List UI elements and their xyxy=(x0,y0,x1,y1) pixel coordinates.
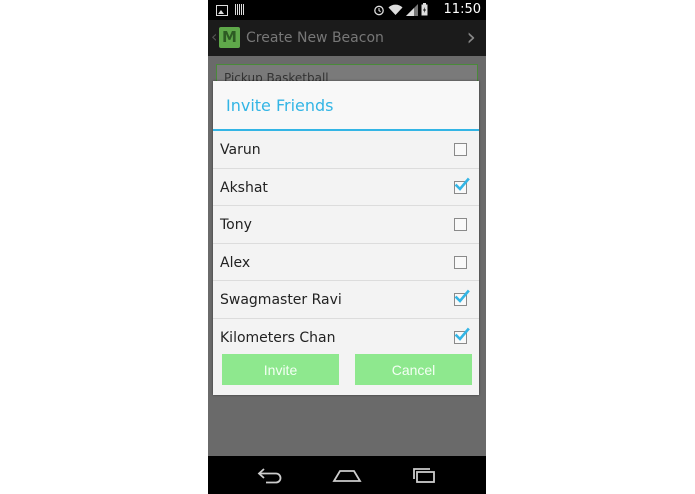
friend-list: Varun Akshat Tony Alex Swagmaster Ravi Kilome… xyxy=(213,131,479,356)
alarm-icon xyxy=(373,1,385,20)
next-chevron-icon[interactable]: › xyxy=(466,23,476,51)
navigation-bar xyxy=(208,456,486,494)
friend-name: Kilometers Chan xyxy=(220,329,336,346)
friend-row[interactable]: Varun xyxy=(213,131,479,169)
cancel-button[interactable]: Cancel xyxy=(355,354,472,385)
friend-row[interactable]: Alex xyxy=(213,244,479,281)
friend-name: Varun xyxy=(220,142,261,158)
unchecked-checkbox[interactable] xyxy=(454,143,467,156)
image-notification-icon xyxy=(216,5,228,16)
invite-friends-dialog: Invite Friends Varun Akshat Tony Alex Swagma… xyxy=(213,81,479,395)
home-nav-icon[interactable] xyxy=(332,466,362,488)
wifi-icon xyxy=(388,1,403,20)
friend-row[interactable]: Akshat xyxy=(213,169,479,206)
checked-checkbox[interactable] xyxy=(454,289,470,306)
back-nav-icon[interactable] xyxy=(256,466,284,488)
dialog-buttons: Invite Cancel xyxy=(213,351,479,395)
checked-checkbox[interactable] xyxy=(454,177,470,194)
status-bar: 11:50 xyxy=(208,0,486,20)
app-logo[interactable]: M xyxy=(219,27,240,48)
checked-checkbox[interactable] xyxy=(454,327,470,344)
friend-row[interactable]: Tony xyxy=(213,206,479,244)
status-time: 11:50 xyxy=(443,2,481,17)
friend-name: Swagmaster Ravi xyxy=(220,292,342,308)
friend-name: Akshat xyxy=(220,179,268,196)
up-caret-icon[interactable]: ‹ xyxy=(211,27,217,46)
invite-button[interactable]: Invite xyxy=(222,354,339,385)
unchecked-checkbox[interactable] xyxy=(454,255,467,269)
signal-icon xyxy=(406,1,418,20)
unchecked-checkbox[interactable] xyxy=(454,218,467,231)
battery-icon xyxy=(421,1,428,20)
friend-name: Alex xyxy=(220,254,251,271)
action-bar: ‹ M Create New Beacon › xyxy=(208,20,486,56)
barcode-notification-icon xyxy=(235,4,244,15)
recent-apps-icon[interactable] xyxy=(410,466,438,488)
dialog-title: Invite Friends xyxy=(213,81,479,131)
friend-row[interactable]: Swagmaster Ravi xyxy=(213,281,479,319)
friend-name: Tony xyxy=(220,217,252,233)
action-bar-title: Create New Beacon xyxy=(246,30,384,46)
